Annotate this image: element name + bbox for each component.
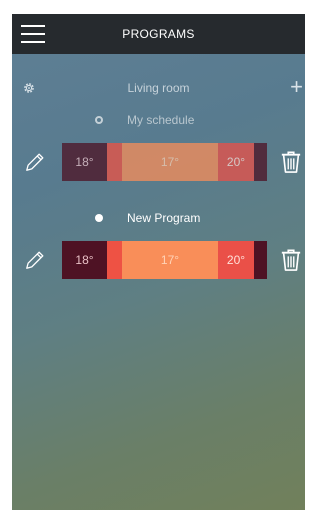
top-bar: PROGRAMS <box>12 14 305 54</box>
plus-icon[interactable]: + <box>290 74 303 100</box>
radio-unselected[interactable] <box>95 116 103 124</box>
room-name: Living room <box>127 81 190 95</box>
schedule-segment[interactable]: 20° <box>218 143 254 181</box>
schedule-segment[interactable]: 18° <box>62 143 107 181</box>
radio-selected[interactable] <box>95 214 103 222</box>
schedule-segment[interactable]: 18° <box>62 241 107 279</box>
pencil-icon[interactable] <box>24 151 46 173</box>
schedule-segment[interactable]: 20° <box>218 241 254 279</box>
trash-icon[interactable] <box>280 150 302 174</box>
schedule-segment[interactable]: 17° <box>122 241 218 279</box>
program-name: New Program <box>127 211 201 225</box>
app-screen: PROGRAMS Living room + My schedule 18° 1… <box>12 14 305 510</box>
schedule-segment[interactable] <box>107 241 122 279</box>
pencil-icon[interactable] <box>24 249 46 271</box>
schedule-bar[interactable]: 18° 17° 20° <box>62 241 267 279</box>
program-name: My schedule <box>127 113 195 127</box>
room-row: Living room + <box>12 74 305 99</box>
schedule-bar[interactable]: 18° 17° 20° <box>62 143 267 181</box>
page-title: PROGRAMS <box>122 27 195 41</box>
schedule-segment[interactable] <box>254 143 267 181</box>
schedule-segment[interactable] <box>107 143 122 181</box>
schedule-segment[interactable]: 17° <box>122 143 218 181</box>
schedule-segment[interactable] <box>254 241 267 279</box>
trash-icon[interactable] <box>280 248 302 272</box>
